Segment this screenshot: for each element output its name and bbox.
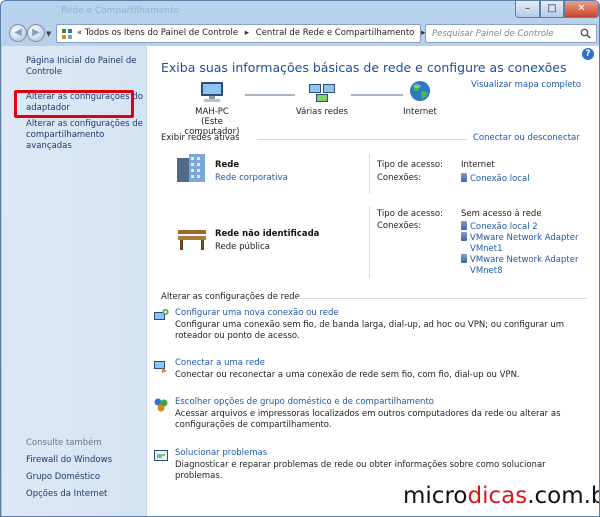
change-settings-label: Alterar as configurações de rede — [161, 292, 300, 302]
network-2-connection-link-3[interactable]: VMware Network Adapter VMnet8 — [461, 254, 578, 277]
sidebar: Página Inicial do Painel de Controle Alt… — [2, 46, 147, 516]
task-homegroup-options: Escolher opções de grupo doméstico e de … — [154, 397, 595, 431]
control-panel-window: Rede e Compartilhamento – □ ✕ ◀ ▶ ▼ « To… — [0, 0, 600, 517]
close-button[interactable]: ✕ — [564, 1, 599, 18]
connect-network-icon — [154, 361, 167, 373]
homegroup-options-link[interactable]: Escolher opções de grupo doméstico e de … — [175, 397, 595, 407]
setup-connection-desc-2: roteador ou ponto de acesso. — [175, 331, 300, 341]
search-input[interactable]: Pesquisar Painel de Controle — [425, 24, 597, 43]
see-also-heading: Consulte também — [26, 438, 102, 448]
sidebar-item-internet-options[interactable]: Opções da Internet — [26, 489, 107, 500]
task-troubleshoot: Solucionar problemas Diagnosticar e repa… — [154, 448, 595, 482]
view-full-map-link[interactable]: Visualizar mapa completo — [471, 80, 581, 90]
sidebar-item-control-panel-home[interactable]: Página Inicial do Painel de Controle — [26, 56, 137, 78]
computer-name: MAH-PC — [195, 107, 229, 117]
search-icon[interactable] — [580, 28, 591, 39]
public-network-bench-icon — [178, 230, 206, 250]
setup-connection-desc: Configurar uma conexão sem fio, de banda… — [175, 320, 565, 330]
sidebar-item-homegroup[interactable]: Grupo Doméstico — [26, 472, 100, 483]
connect-network-link[interactable]: Conectar a uma rede — [175, 358, 595, 368]
troubleshoot-desc: Diagnosticar e reparar problemas de rede… — [175, 460, 546, 481]
sidebar-item-advanced-sharing[interactable]: Alterar as configurações de compartilham… — [26, 119, 146, 152]
network-1-connection-link[interactable]: Conexão local — [461, 173, 530, 185]
troubleshoot-icon — [154, 450, 168, 461]
breadcrumb-separator-icon[interactable]: ▸ — [245, 28, 249, 38]
adapter-icon — [461, 254, 467, 263]
network-2-type[interactable]: Rede pública — [215, 242, 270, 252]
search-placeholder: Pesquisar Painel de Controle — [432, 29, 554, 39]
section-divider — [297, 298, 587, 299]
active-networks-label: Exibir redes ativas — [161, 133, 240, 143]
network-2-access-value: Sem acesso à rede — [461, 209, 542, 219]
task-connect-network: Conectar a uma rede Conectar ou reconect… — [154, 358, 595, 381]
main-content: ? Exiba suas informações básicas de rede… — [147, 46, 599, 516]
navigation-bar: ◀ ▶ ▼ « Todos os Itens do Painel de Cont… — [1, 22, 599, 46]
adapter-icon — [461, 221, 467, 230]
task-setup-connection: Configurar uma nova conexão ou rede Conf… — [154, 308, 595, 342]
new-connection-icon — [154, 309, 169, 320]
back-button[interactable]: ◀ — [9, 24, 27, 42]
connect-network-desc: Conectar ou reconectar a uma conexão de … — [175, 370, 520, 380]
network-1-type-link[interactable]: Rede corporativa — [215, 173, 288, 183]
network-1-access-value: Internet — [461, 160, 495, 170]
control-panel-icon — [62, 29, 72, 39]
maximize-button[interactable]: □ — [540, 1, 564, 18]
network-2-name: Rede não identificada — [215, 229, 320, 239]
homegroup-options-desc: Acessar arquivos e impressoras localizad… — [175, 409, 561, 419]
recent-pages-dropdown-icon[interactable]: ▼ — [46, 30, 51, 38]
network-2-access-label: Tipo de acesso: — [377, 209, 443, 219]
title-bar: Rede e Compartilhamento – □ ✕ — [1, 1, 599, 21]
globe-icon — [410, 81, 430, 101]
adapter-icon — [461, 173, 467, 182]
multiple-networks-icon — [309, 84, 335, 102]
networks-label: Várias redes — [295, 107, 349, 117]
network-2-connection-link-2[interactable]: VMware Network Adapter VMnet1 — [461, 232, 578, 255]
breadcrumb: « Todos os Itens do Painel de Controle ▸… — [77, 28, 429, 38]
computer-icon — [201, 82, 223, 102]
adapter-icon — [461, 232, 467, 241]
help-icon[interactable]: ? — [582, 48, 594, 60]
forward-button[interactable]: ▶ — [27, 24, 45, 42]
breadcrumb-overflow[interactable]: « — [77, 28, 82, 38]
connect-disconnect-link[interactable]: Conectar ou desconectar — [473, 133, 580, 143]
window-title: Rede e Compartilhamento — [61, 6, 180, 16]
internet-label: Internet — [403, 107, 437, 117]
highlight-annotation — [14, 90, 134, 118]
network-2-connections-label: Conexões: — [377, 221, 422, 231]
page-title: Exiba suas informações básicas de rede e… — [161, 60, 567, 75]
breadcrumb-item-network-center[interactable]: Central de Rede e Compartilhamento — [256, 28, 415, 38]
network-1-name: Rede — [215, 160, 240, 170]
corporate-network-icon — [177, 154, 205, 182]
section-divider — [257, 139, 467, 140]
vertical-divider — [369, 154, 370, 194]
watermark-logo: microdicas.com.br — [403, 483, 599, 509]
network-1-connections-label: Conexões: — [377, 173, 422, 183]
sidebar-item-firewall[interactable]: Firewall do Windows — [26, 455, 112, 466]
homegroup-icon — [154, 398, 168, 412]
map-internet[interactable]: Internet — [385, 80, 455, 117]
troubleshoot-link[interactable]: Solucionar problemas — [175, 448, 595, 458]
vertical-divider — [369, 206, 370, 278]
map-networks[interactable]: Várias redes — [287, 80, 357, 117]
address-bar[interactable]: « Todos os Itens do Painel de Controle ▸… — [56, 24, 471, 43]
setup-connection-link[interactable]: Configurar uma nova conexão ou rede — [175, 308, 595, 318]
minimize-button[interactable]: – — [515, 1, 540, 18]
breadcrumb-item-all-items[interactable]: Todos os Itens do Painel de Controle — [85, 28, 238, 38]
map-computer[interactable]: MAH-PC (Este computador) — [177, 80, 247, 137]
homegroup-options-desc-2: configurações de compartilhamento. — [175, 420, 332, 430]
network-1-access-label: Tipo de acesso: — [377, 160, 443, 170]
